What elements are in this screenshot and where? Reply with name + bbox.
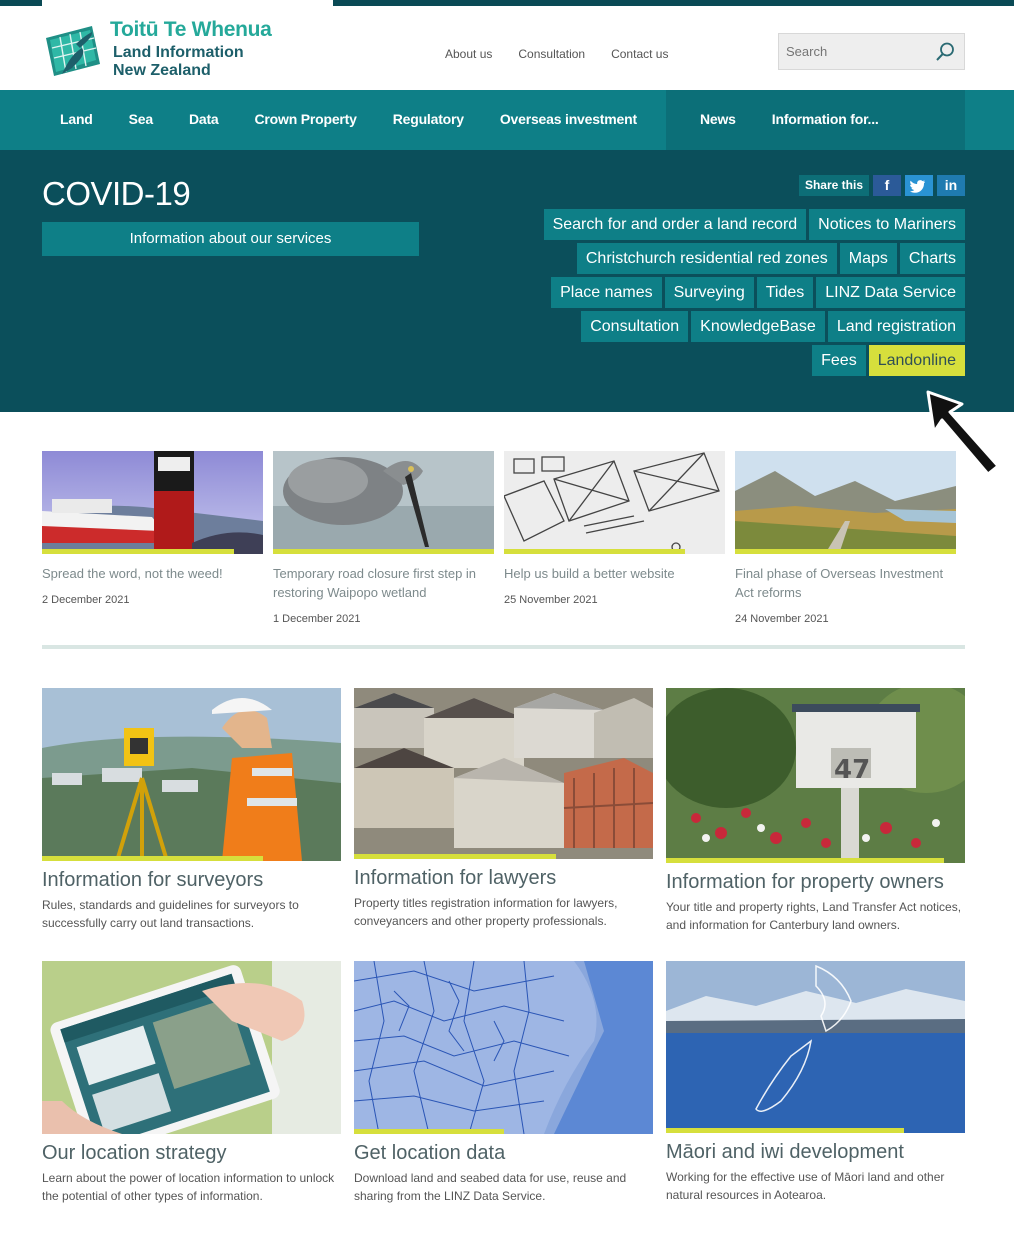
feature-accent-bar — [666, 858, 944, 863]
news-accent-bar — [504, 549, 685, 554]
feature-description: Working for the effective use of Māori l… — [666, 1170, 945, 1202]
feature-card[interactable]: Māori and iwi development Working for th… — [666, 961, 965, 1204]
linkedin-icon[interactable]: in — [937, 175, 965, 196]
quicklink-surveying[interactable]: Surveying — [664, 277, 754, 308]
quicklink-land-registration[interactable]: Land registration — [827, 311, 965, 342]
news-card[interactable]: Temporary road closure first step in res… — [273, 451, 494, 625]
covid-heading: COVID-19 — [42, 175, 191, 212]
nav-overseas-investment[interactable]: Overseas investment — [482, 90, 655, 150]
quicklink-fees[interactable]: Fees — [812, 345, 866, 376]
covid-services-button[interactable]: Information about our services — [42, 222, 419, 256]
feature-title[interactable]: Information for lawyers — [354, 866, 653, 890]
feature-title[interactable]: Information for surveyors — [42, 868, 341, 892]
site-header: Toitū Te Whenua Land Information New Zea… — [0, 6, 1014, 90]
quicklink-linz-data-service[interactable]: LINZ Data Service — [816, 277, 965, 308]
feature-image-map — [354, 961, 653, 1134]
logo-name-line2: Land Information — [113, 44, 244, 61]
hero-banner: COVID-19 Information about our services … — [0, 150, 1014, 412]
quicklink-maps[interactable]: Maps — [839, 243, 897, 274]
about-us-link[interactable]: About us — [445, 47, 492, 61]
feature-image-surveyor — [42, 688, 341, 861]
feature-accent-bar — [666, 1128, 904, 1133]
news-title: Help us build a better website — [504, 566, 675, 581]
search-icon[interactable] — [934, 41, 956, 63]
share-bar: Share this f in — [798, 175, 965, 196]
quicklink-notices-to-mariners[interactable]: Notices to Mariners — [809, 209, 965, 240]
facebook-icon[interactable]: f — [873, 175, 901, 196]
news-accent-bar — [42, 549, 234, 554]
feature-card[interactable]: Our location strategy Learn about the po… — [42, 961, 341, 1205]
news-card[interactable]: Spread the word, not the weed! 2 Decembe… — [42, 451, 263, 606]
feature-image-lake — [666, 961, 965, 1133]
feature-description: Property titles registration information… — [354, 896, 618, 928]
news-accent-bar — [735, 549, 956, 554]
news-image-wireframe — [504, 451, 725, 554]
nav-information-for[interactable]: Information for... — [754, 90, 897, 150]
feature-accent-bar — [354, 1129, 504, 1134]
feature-accent-bar — [354, 854, 556, 859]
quicklink-red-zones[interactable]: Christchurch residential red zones — [576, 243, 837, 274]
feature-card[interactable]: Information for surveyors Rules, standar… — [42, 688, 341, 932]
nav-regulatory[interactable]: Regulatory — [375, 90, 482, 150]
nav-data[interactable]: Data — [171, 90, 237, 150]
feature-title[interactable]: Information for property owners — [666, 870, 965, 894]
section-divider — [42, 645, 965, 649]
feature-description: Learn about the power of location inform… — [42, 1171, 335, 1203]
contact-us-link[interactable]: Contact us — [611, 47, 668, 61]
feature-description: Rules, standards and guidelines for surv… — [42, 898, 299, 930]
news-section: Spread the word, not the weed! 2 Decembe… — [42, 451, 965, 631]
twitter-icon[interactable] — [905, 175, 933, 196]
news-date: 2 December 2021 — [42, 594, 130, 606]
feature-image-letterbox: 47 — [666, 688, 965, 863]
feature-accent-bar — [42, 856, 263, 861]
nav-sea[interactable]: Sea — [111, 90, 171, 150]
feature-description: Download land and seabed data for use, r… — [354, 1171, 627, 1203]
news-card[interactable]: Final phase of Overseas Investment Act r… — [735, 451, 956, 625]
search-box — [778, 33, 965, 70]
logo-map-icon — [46, 26, 100, 76]
feature-image-tablet — [42, 961, 341, 1134]
quicklink-consultation[interactable]: Consultation — [581, 311, 689, 342]
news-image-boat — [42, 451, 263, 554]
news-date: 25 November 2021 — [504, 594, 598, 606]
quicklink-land-record[interactable]: Search for and order a land record — [543, 209, 807, 240]
main-navigation: Land Sea Data Crown Property Regulatory … — [0, 90, 1014, 150]
feature-title[interactable]: Our location strategy — [42, 1141, 341, 1165]
news-date: 24 November 2021 — [735, 613, 829, 625]
nav-land[interactable]: Land — [42, 90, 111, 150]
news-accent-bar — [273, 549, 494, 554]
quicklink-place-names[interactable]: Place names — [551, 277, 662, 308]
news-image-heron — [273, 451, 494, 554]
svg-text:47: 47 — [834, 755, 870, 785]
feature-title[interactable]: Māori and iwi development — [666, 1140, 965, 1164]
news-image-landscape — [735, 451, 956, 554]
nav-news[interactable]: News — [683, 90, 754, 150]
quicklink-landonline[interactable]: Landonline — [868, 345, 965, 376]
logo-name-maori: Toitū Te Whenua — [110, 18, 272, 41]
consultation-link[interactable]: Consultation — [518, 47, 585, 61]
news-title: Spread the word, not the weed! — [42, 566, 223, 581]
news-date: 1 December 2021 — [273, 613, 361, 625]
news-title: Temporary road closure first step in res… — [273, 566, 477, 600]
share-label: Share this — [798, 175, 869, 196]
quick-links: Search for and order a land record Notic… — [485, 209, 965, 379]
nav-crown-property[interactable]: Crown Property — [237, 90, 375, 150]
search-input[interactable] — [779, 34, 929, 69]
news-title: Final phase of Overseas Investment Act r… — [735, 566, 944, 600]
site-logo[interactable]: Toitū Te Whenua Land Information New Zea… — [42, 18, 292, 84]
feature-card[interactable]: 47 Information for property owners Your … — [666, 688, 965, 934]
feature-card[interactable]: Information for lawyers Property titles … — [354, 688, 653, 930]
feature-card[interactable]: Get location data Download land and seab… — [354, 961, 653, 1205]
utility-links: About us Consultation Contact us — [445, 47, 668, 61]
feature-title[interactable]: Get location data — [354, 1141, 653, 1165]
feature-image-houses — [354, 688, 653, 859]
news-card[interactable]: Help us build a better website 25 Novemb… — [504, 451, 725, 606]
feature-description: Your title and property rights, Land Tra… — [666, 900, 962, 932]
logo-name-line3: New Zealand — [113, 62, 211, 79]
quicklink-knowledgebase[interactable]: KnowledgeBase — [691, 311, 825, 342]
quicklink-charts[interactable]: Charts — [899, 243, 965, 274]
quicklink-tides[interactable]: Tides — [756, 277, 814, 308]
